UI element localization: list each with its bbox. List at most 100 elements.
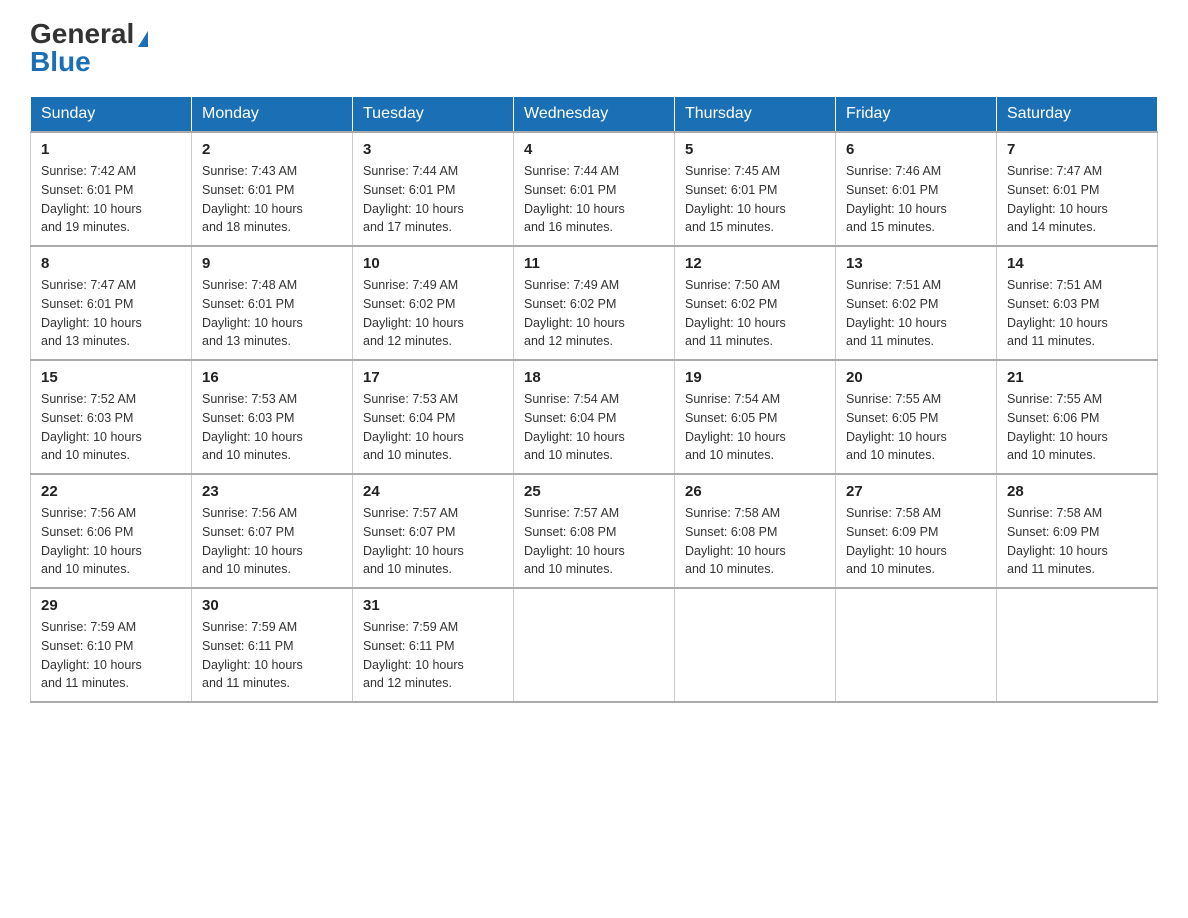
day-info: Sunrise: 7:54 AMSunset: 6:04 PMDaylight:… xyxy=(524,390,664,465)
day-info: Sunrise: 7:48 AMSunset: 6:01 PMDaylight:… xyxy=(202,276,342,351)
calendar-cell: 20 Sunrise: 7:55 AMSunset: 6:05 PMDayligh… xyxy=(836,360,997,474)
day-info: Sunrise: 7:43 AMSunset: 6:01 PMDaylight:… xyxy=(202,162,342,237)
calendar-cell: 31 Sunrise: 7:59 AMSunset: 6:11 PMDayligh… xyxy=(353,588,514,702)
day-number: 20 xyxy=(846,369,986,386)
calendar-cell: 7 Sunrise: 7:47 AMSunset: 6:01 PMDaylight… xyxy=(997,132,1158,246)
day-number: 11 xyxy=(524,255,664,272)
calendar-cell: 29Sunrise: 7:59 AMSunset: 6:10 PMDayligh… xyxy=(31,588,192,702)
day-number: 3 xyxy=(363,141,503,158)
calendar-cell: 15 Sunrise: 7:52 AMSunset: 6:03 PMDayligh… xyxy=(31,360,192,474)
day-number: 9 xyxy=(202,255,342,272)
day-info: Sunrise: 7:49 AMSunset: 6:02 PMDaylight:… xyxy=(524,276,664,351)
weekday-header-saturday: Saturday xyxy=(997,97,1158,133)
day-info: Sunrise: 7:42 AMSunset: 6:01 PMDaylight:… xyxy=(41,162,181,237)
weekday-header-tuesday: Tuesday xyxy=(353,97,514,133)
day-info: Sunrise: 7:51 AMSunset: 6:02 PMDaylight:… xyxy=(846,276,986,351)
week-row-3: 15 Sunrise: 7:52 AMSunset: 6:03 PMDayligh… xyxy=(31,360,1158,474)
day-info: Sunrise: 7:59 AMSunset: 6:11 PMDaylight:… xyxy=(202,618,342,693)
calendar-cell: 12 Sunrise: 7:50 AMSunset: 6:02 PMDayligh… xyxy=(675,246,836,360)
calendar-cell: 13Sunrise: 7:51 AMSunset: 6:02 PMDayligh… xyxy=(836,246,997,360)
calendar-cell: 23 Sunrise: 7:56 AMSunset: 6:07 PMDayligh… xyxy=(192,474,353,588)
day-info: Sunrise: 7:59 AMSunset: 6:11 PMDaylight:… xyxy=(363,618,503,693)
day-number: 6 xyxy=(846,141,986,158)
week-row-1: 1Sunrise: 7:42 AMSunset: 6:01 PMDaylight… xyxy=(31,132,1158,246)
day-number: 2 xyxy=(202,141,342,158)
day-info: Sunrise: 7:46 AMSunset: 6:01 PMDaylight:… xyxy=(846,162,986,237)
day-number: 10 xyxy=(363,255,503,272)
calendar-cell: 14Sunrise: 7:51 AMSunset: 6:03 PMDayligh… xyxy=(997,246,1158,360)
day-info: Sunrise: 7:45 AMSunset: 6:01 PMDaylight:… xyxy=(685,162,825,237)
day-info: Sunrise: 7:53 AMSunset: 6:04 PMDaylight:… xyxy=(363,390,503,465)
weekday-header-friday: Friday xyxy=(836,97,997,133)
day-number: 22 xyxy=(41,483,181,500)
day-info: Sunrise: 7:47 AMSunset: 6:01 PMDaylight:… xyxy=(41,276,181,351)
day-info: Sunrise: 7:52 AMSunset: 6:03 PMDaylight:… xyxy=(41,390,181,465)
day-info: Sunrise: 7:58 AMSunset: 6:09 PMDaylight:… xyxy=(846,504,986,579)
calendar-cell: 21 Sunrise: 7:55 AMSunset: 6:06 PMDayligh… xyxy=(997,360,1158,474)
calendar-cell: 26 Sunrise: 7:58 AMSunset: 6:08 PMDayligh… xyxy=(675,474,836,588)
day-number: 4 xyxy=(524,141,664,158)
calendar-cell: 3 Sunrise: 7:44 AMSunset: 6:01 PMDaylight… xyxy=(353,132,514,246)
day-info: Sunrise: 7:44 AMSunset: 6:01 PMDaylight:… xyxy=(363,162,503,237)
day-info: Sunrise: 7:57 AMSunset: 6:08 PMDaylight:… xyxy=(524,504,664,579)
calendar-cell xyxy=(675,588,836,702)
calendar-cell: 5 Sunrise: 7:45 AMSunset: 6:01 PMDaylight… xyxy=(675,132,836,246)
calendar-cell: 25 Sunrise: 7:57 AMSunset: 6:08 PMDayligh… xyxy=(514,474,675,588)
day-number: 19 xyxy=(685,369,825,386)
day-number: 31 xyxy=(363,597,503,614)
week-row-4: 22 Sunrise: 7:56 AMSunset: 6:06 PMDayligh… xyxy=(31,474,1158,588)
weekday-header-thursday: Thursday xyxy=(675,97,836,133)
day-number: 18 xyxy=(524,369,664,386)
day-info: Sunrise: 7:58 AMSunset: 6:08 PMDaylight:… xyxy=(685,504,825,579)
calendar-cell: 30 Sunrise: 7:59 AMSunset: 6:11 PMDayligh… xyxy=(192,588,353,702)
day-number: 28 xyxy=(1007,483,1147,500)
calendar-cell: 17Sunrise: 7:53 AMSunset: 6:04 PMDayligh… xyxy=(353,360,514,474)
calendar-cell xyxy=(514,588,675,702)
calendar-cell: 16Sunrise: 7:53 AMSunset: 6:03 PMDayligh… xyxy=(192,360,353,474)
day-number: 23 xyxy=(202,483,342,500)
day-number: 26 xyxy=(685,483,825,500)
day-info: Sunrise: 7:50 AMSunset: 6:02 PMDaylight:… xyxy=(685,276,825,351)
week-row-2: 8Sunrise: 7:47 AMSunset: 6:01 PMDaylight… xyxy=(31,246,1158,360)
day-info: Sunrise: 7:55 AMSunset: 6:06 PMDaylight:… xyxy=(1007,390,1147,465)
calendar-cell: 10 Sunrise: 7:49 AMSunset: 6:02 PMDayligh… xyxy=(353,246,514,360)
day-info: Sunrise: 7:47 AMSunset: 6:01 PMDaylight:… xyxy=(1007,162,1147,237)
weekday-header-row: SundayMondayTuesdayWednesdayThursdayFrid… xyxy=(31,97,1158,133)
day-info: Sunrise: 7:57 AMSunset: 6:07 PMDaylight:… xyxy=(363,504,503,579)
day-number: 7 xyxy=(1007,141,1147,158)
day-info: Sunrise: 7:44 AMSunset: 6:01 PMDaylight:… xyxy=(524,162,664,237)
week-row-5: 29Sunrise: 7:59 AMSunset: 6:10 PMDayligh… xyxy=(31,588,1158,702)
logo: General Blue xyxy=(30,20,148,76)
day-info: Sunrise: 7:55 AMSunset: 6:05 PMDaylight:… xyxy=(846,390,986,465)
calendar-cell: 27 Sunrise: 7:58 AMSunset: 6:09 PMDayligh… xyxy=(836,474,997,588)
day-number: 15 xyxy=(41,369,181,386)
day-info: Sunrise: 7:53 AMSunset: 6:03 PMDaylight:… xyxy=(202,390,342,465)
day-number: 25 xyxy=(524,483,664,500)
day-number: 30 xyxy=(202,597,342,614)
calendar-cell: 1Sunrise: 7:42 AMSunset: 6:01 PMDaylight… xyxy=(31,132,192,246)
calendar-cell: 8Sunrise: 7:47 AMSunset: 6:01 PMDaylight… xyxy=(31,246,192,360)
day-number: 24 xyxy=(363,483,503,500)
day-info: Sunrise: 7:59 AMSunset: 6:10 PMDaylight:… xyxy=(41,618,181,693)
logo-general-text: General xyxy=(30,18,134,49)
day-number: 12 xyxy=(685,255,825,272)
calendar-cell: 11 Sunrise: 7:49 AMSunset: 6:02 PMDayligh… xyxy=(514,246,675,360)
day-info: Sunrise: 7:56 AMSunset: 6:07 PMDaylight:… xyxy=(202,504,342,579)
calendar-cell xyxy=(997,588,1158,702)
calendar-cell: 22 Sunrise: 7:56 AMSunset: 6:06 PMDayligh… xyxy=(31,474,192,588)
day-info: Sunrise: 7:51 AMSunset: 6:03 PMDaylight:… xyxy=(1007,276,1147,351)
weekday-header-sunday: Sunday xyxy=(31,97,192,133)
calendar-cell: 28 Sunrise: 7:58 AMSunset: 6:09 PMDayligh… xyxy=(997,474,1158,588)
calendar-cell: 4 Sunrise: 7:44 AMSunset: 6:01 PMDaylight… xyxy=(514,132,675,246)
calendar-cell: 9 Sunrise: 7:48 AMSunset: 6:01 PMDaylight… xyxy=(192,246,353,360)
day-info: Sunrise: 7:49 AMSunset: 6:02 PMDaylight:… xyxy=(363,276,503,351)
calendar-cell: 19Sunrise: 7:54 AMSunset: 6:05 PMDayligh… xyxy=(675,360,836,474)
calendar-cell xyxy=(836,588,997,702)
day-number: 27 xyxy=(846,483,986,500)
day-number: 5 xyxy=(685,141,825,158)
day-info: Sunrise: 7:56 AMSunset: 6:06 PMDaylight:… xyxy=(41,504,181,579)
day-info: Sunrise: 7:58 AMSunset: 6:09 PMDaylight:… xyxy=(1007,504,1147,579)
calendar-cell: 24 Sunrise: 7:57 AMSunset: 6:07 PMDayligh… xyxy=(353,474,514,588)
calendar-cell: 18 Sunrise: 7:54 AMSunset: 6:04 PMDayligh… xyxy=(514,360,675,474)
day-number: 21 xyxy=(1007,369,1147,386)
